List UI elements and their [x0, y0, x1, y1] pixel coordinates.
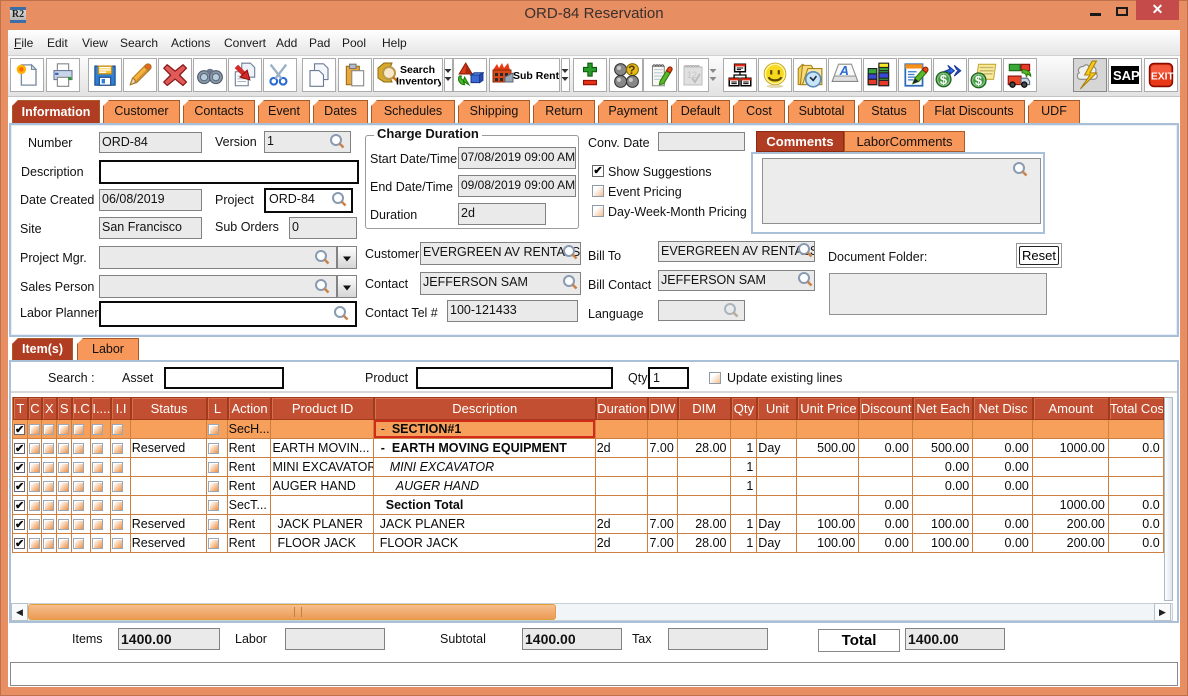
svg-text:?: ? [628, 63, 635, 77]
svg-text:A: A [839, 63, 849, 78]
svg-text:$: $ [975, 73, 982, 88]
svg-text:SAP: SAP [1113, 68, 1140, 83]
svg-text:Search: Search [400, 64, 435, 76]
svg-text:EXIT: EXIT [1151, 72, 1175, 83]
svg-text:Sub Rent: Sub Rent [513, 70, 559, 82]
svg-text:$: $ [940, 72, 947, 87]
svg-text:Inventory: Inventory [396, 76, 441, 88]
